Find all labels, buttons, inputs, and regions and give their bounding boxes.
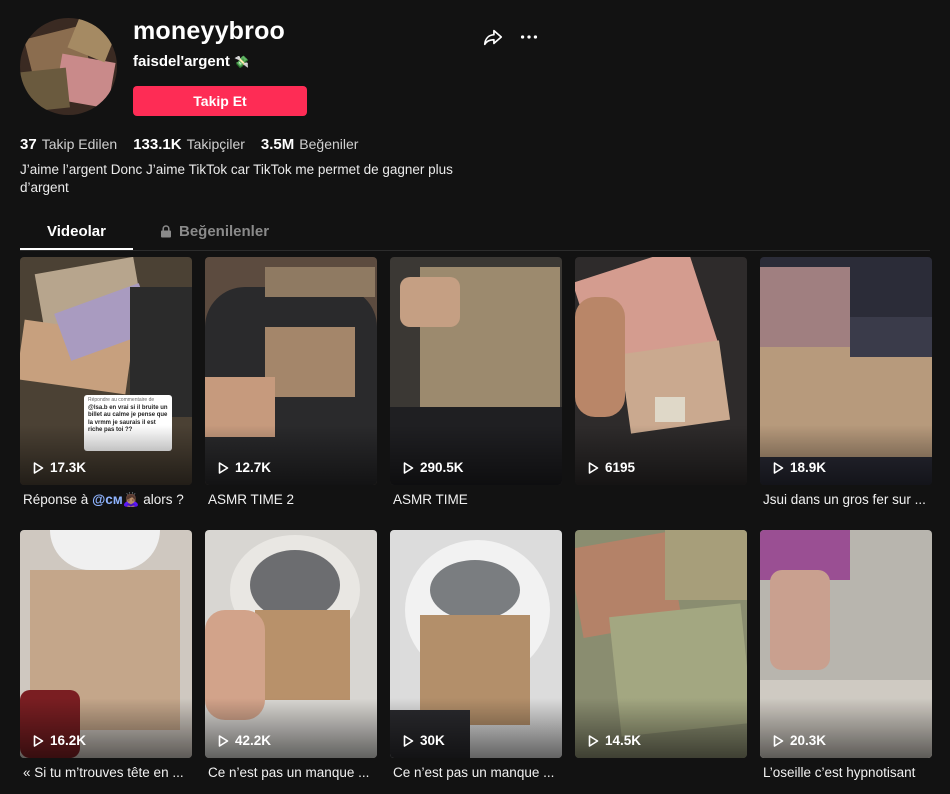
nickname-text: faisdel'argent [133, 53, 230, 70]
play-icon [33, 461, 44, 474]
video-caption: Réponse à @ᴄᴍ🙇🏽‍♀️ alors ? [23, 492, 184, 507]
video-card[interactable]: Répondre au commentaire de @lsa.b en vra… [20, 257, 192, 508]
view-count: 6195 [588, 460, 635, 475]
video-card[interactable]: 14.5K [575, 530, 747, 764]
play-icon [33, 734, 44, 747]
video-thumbnail[interactable]: 290.5K [390, 257, 562, 485]
money-emoji: 💸 [233, 55, 249, 69]
view-count: 290.5K [403, 460, 464, 475]
video-thumbnail[interactable]: 6195 [575, 257, 747, 485]
video-card[interactable]: 6195 [575, 257, 747, 491]
video-thumbnail[interactable]: 30K [390, 530, 562, 758]
view-count: 16.2K [33, 733, 86, 748]
video-thumbnail[interactable]: 20.3K [760, 530, 932, 758]
video-thumbnail[interactable]: 12.7K [205, 257, 377, 485]
video-thumbnail[interactable]: 42.2K [205, 530, 377, 758]
video-card[interactable]: 20.3K L’oseille c’est hypnotisant [760, 530, 932, 781]
video-caption: « Si tu m’trouves tête en ... [23, 765, 184, 780]
play-icon [773, 461, 784, 474]
video-caption: L’oseille c’est hypnotisant [763, 765, 916, 780]
play-icon [218, 461, 229, 474]
view-count: 14.5K [588, 733, 641, 748]
play-icon [588, 734, 599, 747]
video-thumbnail[interactable]: 18.9K [760, 257, 932, 485]
video-card[interactable]: 290.5K ASMR TIME [390, 257, 562, 508]
view-count: 17.3K [33, 460, 86, 475]
view-count: 18.9K [773, 460, 826, 475]
play-icon [218, 734, 229, 747]
view-count: 30K [403, 733, 445, 748]
video-caption: Ce n’est pas un manque ... [208, 765, 370, 780]
video-card[interactable]: 42.2K Ce n’est pas un manque ... [205, 530, 377, 781]
tab-videos[interactable]: Videolar [20, 214, 133, 250]
video-caption: Jsui dans un gros fer sur ... [763, 492, 926, 507]
view-count: 20.3K [773, 733, 826, 748]
profile-nickname: faisdel'argent 💸 [133, 53, 249, 70]
play-icon [403, 734, 414, 747]
video-caption: ASMR TIME [393, 492, 468, 507]
profile-avatar [20, 18, 117, 115]
stat-followers[interactable]: 133.1K Takipçiler [133, 136, 245, 153]
video-thumbnail[interactable]: 16.2K [20, 530, 192, 758]
video-caption: ASMR TIME 2 [208, 492, 295, 507]
play-icon [773, 734, 784, 747]
stat-following[interactable]: 37 Takip Edilen [20, 136, 117, 153]
profile-stats: 37 Takip Edilen 133.1K Takipçiler 3.5M Beğe… [20, 136, 358, 153]
video-card[interactable]: 18.9K Jsui dans un gros fer sur ... [760, 257, 932, 508]
profile-tabs: Videolar Beğenilenler [20, 214, 930, 251]
video-caption: Ce n’est pas un manque ... [393, 765, 555, 780]
profile-username: moneyybroo [133, 17, 286, 45]
lock-icon [161, 224, 171, 237]
play-icon [588, 461, 599, 474]
mention-link[interactable]: @ᴄᴍ [92, 492, 123, 507]
video-thumbnail[interactable]: Répondre au commentaire de @lsa.b en vra… [20, 257, 192, 485]
video-thumbnail[interactable]: 14.5K [575, 530, 747, 758]
view-count: 42.2K [218, 733, 271, 748]
play-icon [403, 461, 414, 474]
view-count: 12.7K [218, 460, 271, 475]
video-card[interactable]: 16.2K « Si tu m’trouves tête en ... [20, 530, 192, 781]
profile-bio: J’aime l’argent Donc J’aime TikTok car T… [20, 162, 453, 195]
video-card[interactable]: 12.7K ASMR TIME 2 [205, 257, 377, 508]
follow-button[interactable]: Takip Et [133, 86, 307, 116]
stat-likes: 3.5M Beğeniler [260, 136, 359, 153]
more-options-icon[interactable] [518, 26, 540, 48]
share-icon[interactable] [482, 26, 504, 48]
video-card[interactable]: 30K Ce n’est pas un manque ... [390, 530, 562, 781]
tab-liked[interactable]: Beğenilenler [160, 214, 269, 248]
